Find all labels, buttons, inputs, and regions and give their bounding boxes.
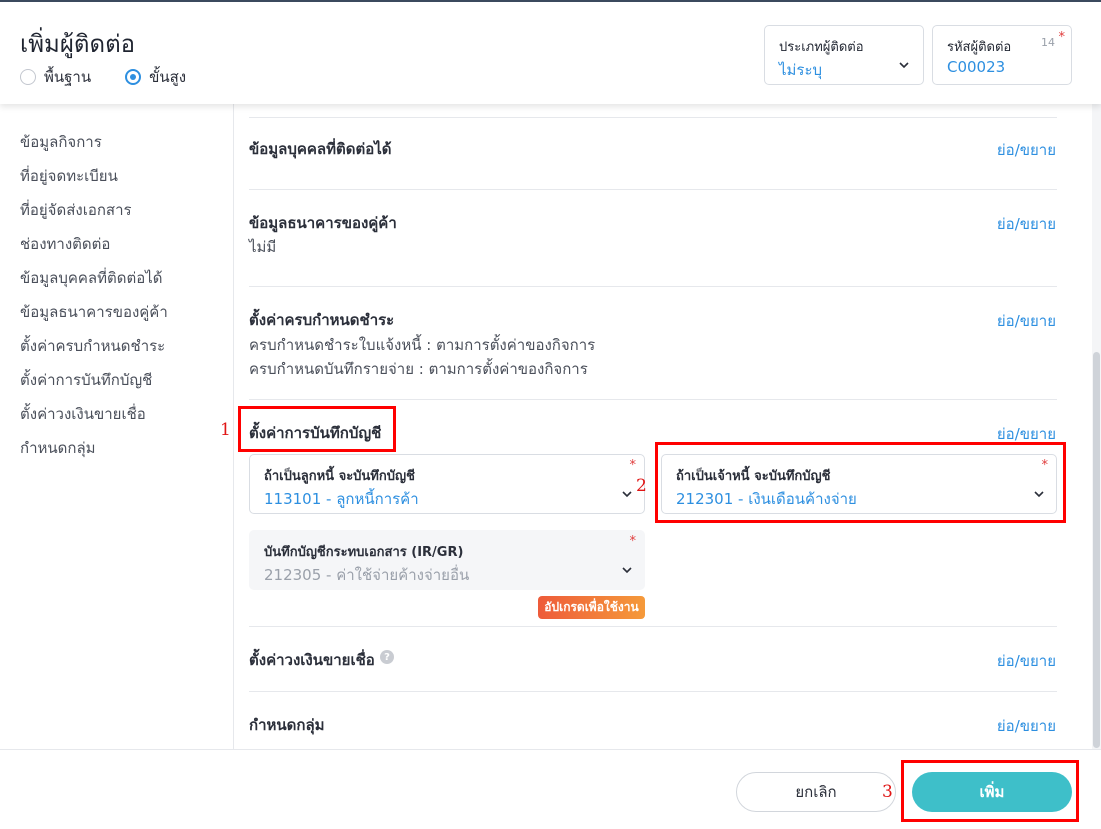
- irgr-account-label: บันทึกบัญชีกระทบเอกสาร (IR/GR): [264, 545, 464, 560]
- radio-basic[interactable]: [20, 69, 36, 85]
- section-title-bank: ข้อมูลธนาคารของคู่ค้า: [249, 214, 397, 232]
- irgr-account-value: 212305 - ค่าใช้จ่ายค้างจ่ายอื่น: [264, 566, 470, 584]
- required-mark: *: [629, 458, 637, 473]
- divider: [249, 626, 1057, 627]
- divider: [249, 399, 1057, 400]
- radio-advanced[interactable]: [125, 69, 142, 85]
- mode-advanced-label: ขั้นสูง: [149, 68, 187, 86]
- section-title-groups: กำหนดกลุ่ม: [249, 716, 325, 734]
- annotation-box-2: [655, 442, 1066, 523]
- sidebar-item-shipping-address[interactable]: ที่อยู่จัดส่งเอกสาร: [20, 198, 132, 222]
- sidebar-item-accounting[interactable]: ตั้งค่าการบันทึกบัญชี: [20, 368, 152, 392]
- required-mark: *: [1058, 30, 1066, 45]
- divider: [249, 189, 1057, 190]
- receivable-account-value: 113101 - ลูกหนี้การค้า: [264, 490, 419, 508]
- chevron-down-icon: [899, 62, 909, 69]
- divider: [249, 286, 1057, 287]
- contact-type-value: ไม่ระบุ: [779, 61, 823, 79]
- contact-type-select[interactable]: ประเภทผู้ติดต่อ ไม่ระบุ: [764, 25, 924, 85]
- toggle-groups[interactable]: ย่อ/ขยาย: [997, 714, 1056, 738]
- receivable-account-select[interactable]: ถ้าเป็นลูกหนี้ จะบันทึกบัญชี * 113101 - …: [249, 454, 645, 514]
- due-expense-text: ครบกำหนดบันทึกรายจ่าย : ตามการตั้งค่าของ…: [249, 360, 588, 378]
- section-nav-sidebar: ข้อมูลกิจการ ที่อยู่จดทะเบียน ที่อยู่จัด…: [0, 104, 234, 749]
- section-title-due: ตั้งค่าครบกำหนดชำระ: [249, 311, 395, 329]
- divider: [249, 117, 1057, 118]
- due-invoice-text: ครบกำหนดชำระใบแจ้งหนี้ : ตามการตั้งค่าขอ…: [249, 336, 596, 354]
- chevron-down-icon: [622, 491, 632, 498]
- annotation-number-1: 1: [220, 420, 231, 440]
- upgrade-badge[interactable]: อัปเกรดเพื่อใช้งาน: [538, 596, 645, 619]
- sidebar-item-contact-persons[interactable]: ข้อมูลบุคคลที่ติดต่อได้: [20, 266, 163, 290]
- toggle-contact-persons[interactable]: ย่อ/ขยาย: [997, 138, 1056, 162]
- annotation-number-2: 2: [636, 476, 647, 496]
- dialog-title: เพิ่มผู้ติดต่อ: [20, 30, 136, 58]
- section-title-contact-persons: ข้อมูลบุคคลที่ติดต่อได้: [249, 140, 392, 158]
- chevron-down-icon: [622, 567, 632, 574]
- dialog-header: เพิ่มผู้ติดต่อ พื้นฐาน ขั้นสูง ประเภทผู้…: [0, 0, 1101, 104]
- toggle-bank[interactable]: ย่อ/ขยาย: [997, 212, 1056, 236]
- help-icon[interactable]: ?: [380, 650, 394, 664]
- annotation-box-1: [238, 406, 396, 452]
- contact-code-field[interactable]: รหัสผู้ติดต่อ 14 * C00023: [932, 25, 1072, 85]
- sidebar-item-contact-channels[interactable]: ช่องทางติดต่อ: [20, 232, 110, 256]
- sidebar-item-registered-address[interactable]: ที่อยู่จดทะเบียน: [20, 164, 118, 188]
- toggle-credit-limit[interactable]: ย่อ/ขยาย: [997, 649, 1056, 673]
- contact-code-value[interactable]: C00023: [947, 58, 1005, 76]
- toggle-due[interactable]: ย่อ/ขยาย: [997, 309, 1056, 333]
- contact-code-char-count: 14: [1041, 36, 1055, 49]
- sidebar-item-business-info[interactable]: ข้อมูลกิจการ: [20, 130, 102, 154]
- receivable-account-label: ถ้าเป็นลูกหนี้ จะบันทึกบัญชี: [264, 469, 415, 484]
- sidebar-item-bank-info[interactable]: ข้อมูลธนาคารของคู่ค้า: [20, 300, 168, 324]
- mode-basic-label: พื้นฐาน: [44, 68, 92, 86]
- divider: [249, 691, 1057, 692]
- irgr-account-select: บันทึกบัญชีกระทบเอกสาร (IR/GR) * 212305 …: [249, 530, 645, 590]
- annotation-number-3: 3: [882, 782, 893, 802]
- required-mark: *: [629, 534, 637, 549]
- contact-type-label: ประเภทผู้ติดต่อ: [779, 40, 864, 55]
- sidebar-item-groups[interactable]: กำหนดกลุ่ม: [20, 436, 96, 460]
- bank-value: ไม่มี: [249, 238, 277, 256]
- mode-advanced-option[interactable]: ขั้นสูง: [125, 65, 186, 89]
- cancel-button[interactable]: ยกเลิก: [736, 772, 896, 812]
- section-title-credit-limit: ตั้งค่าวงเงินขายเชื่อ: [249, 651, 375, 669]
- sidebar-item-credit-limit[interactable]: ตั้งค่าวงเงินขายเชื่อ: [20, 402, 146, 426]
- contact-code-label: รหัสผู้ติดต่อ: [947, 40, 1012, 55]
- annotation-box-3: [901, 760, 1079, 822]
- mode-basic-option[interactable]: พื้นฐาน: [20, 65, 91, 89]
- mode-radio-group: พื้นฐาน ขั้นสูง: [20, 65, 220, 89]
- sidebar-item-due-settings[interactable]: ตั้งค่าครบกำหนดชำระ: [20, 334, 165, 358]
- scrollbar-thumb[interactable]: [1093, 352, 1100, 748]
